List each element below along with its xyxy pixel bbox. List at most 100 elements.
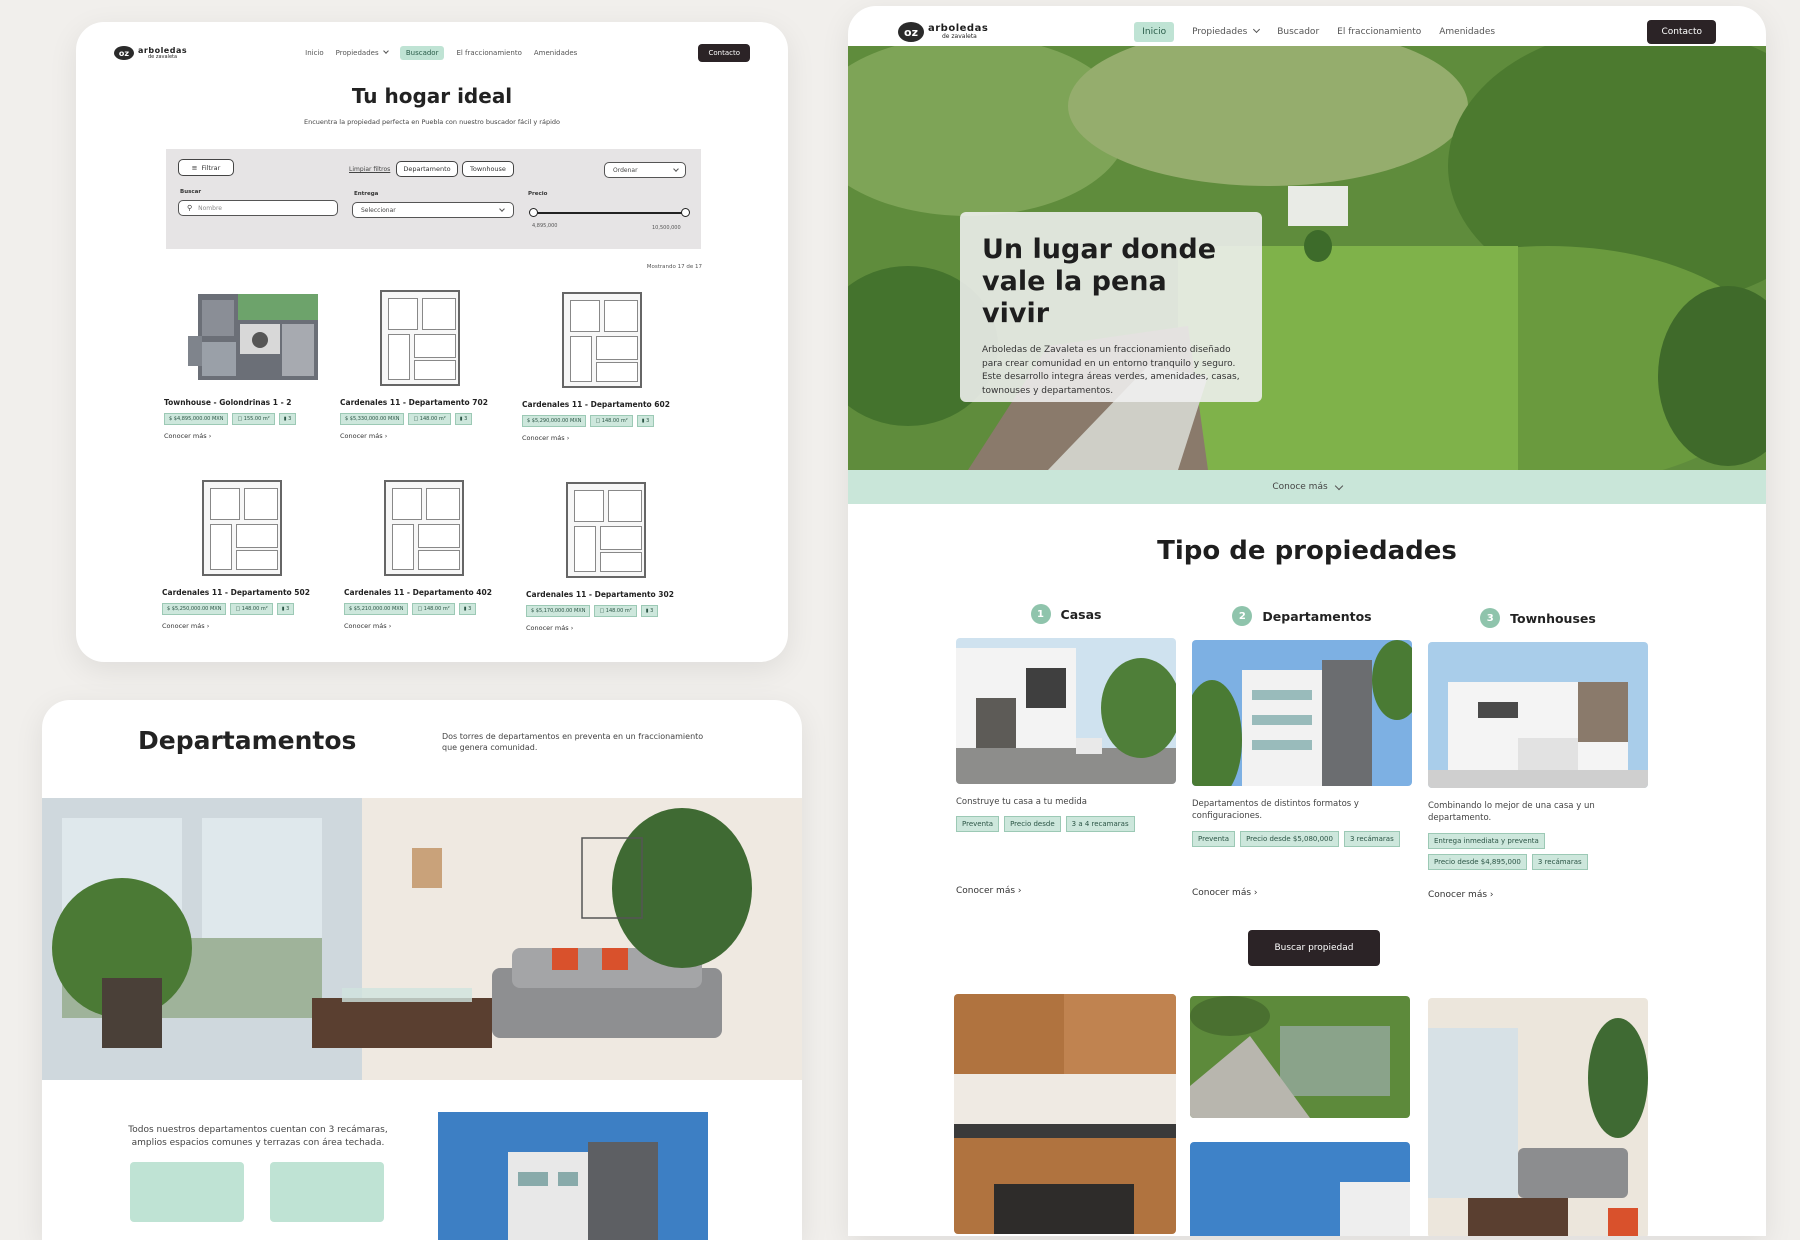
search-input[interactable]: ⚲ Nombre bbox=[178, 200, 338, 216]
price-range-max-handle[interactable] bbox=[681, 208, 690, 217]
nav-propiedades[interactable]: Propiedades bbox=[336, 48, 389, 57]
bed-icon: ▮ bbox=[459, 416, 463, 422]
more-link[interactable]: Conocer más › bbox=[344, 622, 509, 630]
property-type-card[interactable]: 2 Departamentos Departamentos de distinto… bbox=[1192, 606, 1412, 898]
price-max-value: 10,500,000 bbox=[652, 225, 681, 231]
area-value: 148.00 m² bbox=[419, 416, 446, 422]
beds-chip: ▮ 3 bbox=[454, 413, 473, 425]
aerial-illustration bbox=[1190, 996, 1410, 1118]
nav-inicio[interactable]: Inicio bbox=[305, 49, 324, 57]
floor-plan bbox=[562, 292, 642, 388]
townhouse-3d-plan bbox=[188, 294, 318, 380]
nav-menu: Inicio Propiedades Buscador El fracciona… bbox=[1134, 22, 1495, 42]
price-min-value: 4,895,000 bbox=[532, 223, 558, 229]
plan-tile[interactable] bbox=[270, 1162, 384, 1222]
section-body-text: Todos nuestros departamentos cuentan con… bbox=[128, 1125, 388, 1149]
search-property-button[interactable]: Buscar propiedad bbox=[1248, 930, 1380, 966]
property-card[interactable]: Cardenales 11 - Departamento 702 $ $5,33… bbox=[340, 290, 505, 440]
logo[interactable]: oz arboledas de zavaleta bbox=[898, 22, 988, 42]
property-card[interactable]: Cardenales 11 - Departamento 402 $ $5,21… bbox=[344, 480, 509, 630]
beds-value: 3 bbox=[288, 416, 292, 422]
bed-icon: ▮ bbox=[641, 418, 645, 424]
property-plan-image bbox=[202, 480, 282, 576]
nav-fraccionamiento[interactable]: El fraccionamiento bbox=[1337, 27, 1421, 37]
living-illustration bbox=[1428, 998, 1648, 1236]
property-type-description: Departamentos de distintos formatos y co… bbox=[1192, 799, 1359, 822]
property-type-name: Townhouses bbox=[1510, 610, 1596, 626]
tag: Precio desde $5,080,000 bbox=[1240, 830, 1339, 847]
delivery-select[interactable]: Seleccionar bbox=[352, 202, 514, 218]
search-label: Buscar bbox=[180, 189, 202, 195]
area-value: 148.00 m² bbox=[423, 606, 450, 612]
more-link[interactable]: Conocer más › bbox=[956, 886, 1022, 896]
price-chip: $ $5,250,000.00 MXN bbox=[162, 603, 227, 615]
conoce-mas-bar[interactable]: Conoce más bbox=[848, 470, 1766, 504]
nav-buscador[interactable]: Buscador bbox=[399, 46, 445, 60]
nav-propiedades[interactable]: Propiedades bbox=[1192, 25, 1261, 37]
beds-chip: ▮ 3 bbox=[458, 603, 477, 615]
floor-plan bbox=[202, 480, 282, 576]
contact-button[interactable]: Contacto bbox=[698, 44, 750, 62]
tag: Preventa bbox=[956, 816, 1000, 833]
beds-chip: ▮ 3 bbox=[278, 413, 297, 425]
more-link[interactable]: Conocer más › bbox=[162, 622, 327, 630]
living-room-photo bbox=[42, 798, 802, 1080]
contact-button[interactable]: Contacto bbox=[1647, 20, 1716, 44]
search-page-card: oz arboledas de zavaleta Inicio Propieda… bbox=[76, 22, 788, 662]
price-value: $5,170,000.00 MXN bbox=[535, 608, 586, 614]
beds-value: 3 bbox=[650, 608, 654, 614]
more-link[interactable]: Conocer más › bbox=[526, 624, 691, 632]
sort-select[interactable]: Ordenar bbox=[604, 162, 686, 178]
hero-text-box: Un lugar donde vale la pena vivir Arbole… bbox=[960, 212, 1262, 402]
nav-propiedades-label: Propiedades bbox=[1192, 27, 1248, 37]
nav-buscador[interactable]: Buscador bbox=[1277, 27, 1319, 37]
chip-departamento[interactable]: Departamento bbox=[396, 161, 458, 177]
property-name: Cardenales 11 - Departamento 502 bbox=[162, 588, 310, 597]
filter-button[interactable]: ≡ Filtrar bbox=[178, 159, 234, 176]
chevron-down-icon bbox=[1334, 481, 1343, 490]
property-type-description: Combinando lo mejor de una casa y un dep… bbox=[1428, 801, 1595, 824]
nav-fraccionamiento[interactable]: El fraccionamiento bbox=[456, 49, 521, 57]
property-card[interactable]: Cardenales 11 - Departamento 502 $ $5,25… bbox=[162, 480, 327, 630]
property-card[interactable]: Townhouse - Golondrinas 1 - 2 $ $4,895,0… bbox=[164, 290, 329, 440]
price-range-track[interactable] bbox=[534, 212, 684, 214]
nav-inicio[interactable]: Inicio bbox=[1134, 22, 1175, 42]
price-range-min-handle[interactable] bbox=[529, 208, 538, 217]
area-value: 148.00 m² bbox=[241, 606, 268, 612]
apartment-building-illustration bbox=[1192, 640, 1412, 786]
property-plan-image bbox=[384, 480, 464, 576]
more-link[interactable]: Conocer más › bbox=[522, 434, 687, 442]
logo-line-2: de zavaleta bbox=[942, 33, 977, 40]
area-chip: □ 148.00 m² bbox=[594, 605, 637, 617]
more-link[interactable]: Conocer más › bbox=[164, 432, 329, 440]
tag: Entrega inmediata y preventa bbox=[1428, 832, 1545, 849]
nav-amenidades[interactable]: Amenidades bbox=[1439, 27, 1495, 37]
price-value: $5,210,000.00 MXN bbox=[353, 606, 404, 612]
nav-amenidades[interactable]: Amenidades bbox=[534, 49, 577, 57]
property-card[interactable]: Cardenales 11 - Departamento 602 $ $5,29… bbox=[522, 292, 687, 442]
building-illustration bbox=[438, 1112, 708, 1240]
property-type-card[interactable]: 3 Townhouses Combinando lo mejor de una c… bbox=[1428, 608, 1648, 900]
area-value: 148.00 m² bbox=[605, 608, 632, 614]
property-plan-image bbox=[562, 292, 642, 388]
living-room-illustration bbox=[42, 798, 802, 1080]
logo[interactable]: oz arboledas de zavaleta bbox=[114, 46, 187, 60]
area-value: 155.00 m² bbox=[243, 416, 270, 422]
chip-townhouse[interactable]: Townhouse bbox=[462, 161, 514, 177]
property-type-name: Departamentos bbox=[1262, 608, 1372, 624]
more-link[interactable]: Conocer más › bbox=[340, 432, 505, 440]
property-type-card[interactable]: 1 Casas Construye tu casa a tu medida Pre… bbox=[956, 604, 1176, 896]
property-plan-image bbox=[566, 482, 646, 578]
bed-icon: ▮ bbox=[283, 416, 287, 422]
tag: 3 recámaras bbox=[1343, 830, 1400, 847]
floor-plan bbox=[384, 480, 464, 576]
property-plan-image bbox=[178, 290, 318, 386]
plan-tile[interactable] bbox=[130, 1162, 244, 1222]
more-link[interactable]: Conocer más › bbox=[1428, 890, 1494, 900]
more-link[interactable]: Conocer más › bbox=[1192, 888, 1258, 898]
property-card[interactable]: Cardenales 11 - Departamento 302 $ $5,17… bbox=[526, 482, 691, 632]
more-link-label: Conocer más bbox=[344, 622, 387, 630]
logo-mark: oz bbox=[898, 22, 924, 42]
clear-filters-link[interactable]: Limpiar filtros bbox=[349, 166, 390, 173]
beds-chip: ▮ 3 bbox=[640, 605, 659, 617]
